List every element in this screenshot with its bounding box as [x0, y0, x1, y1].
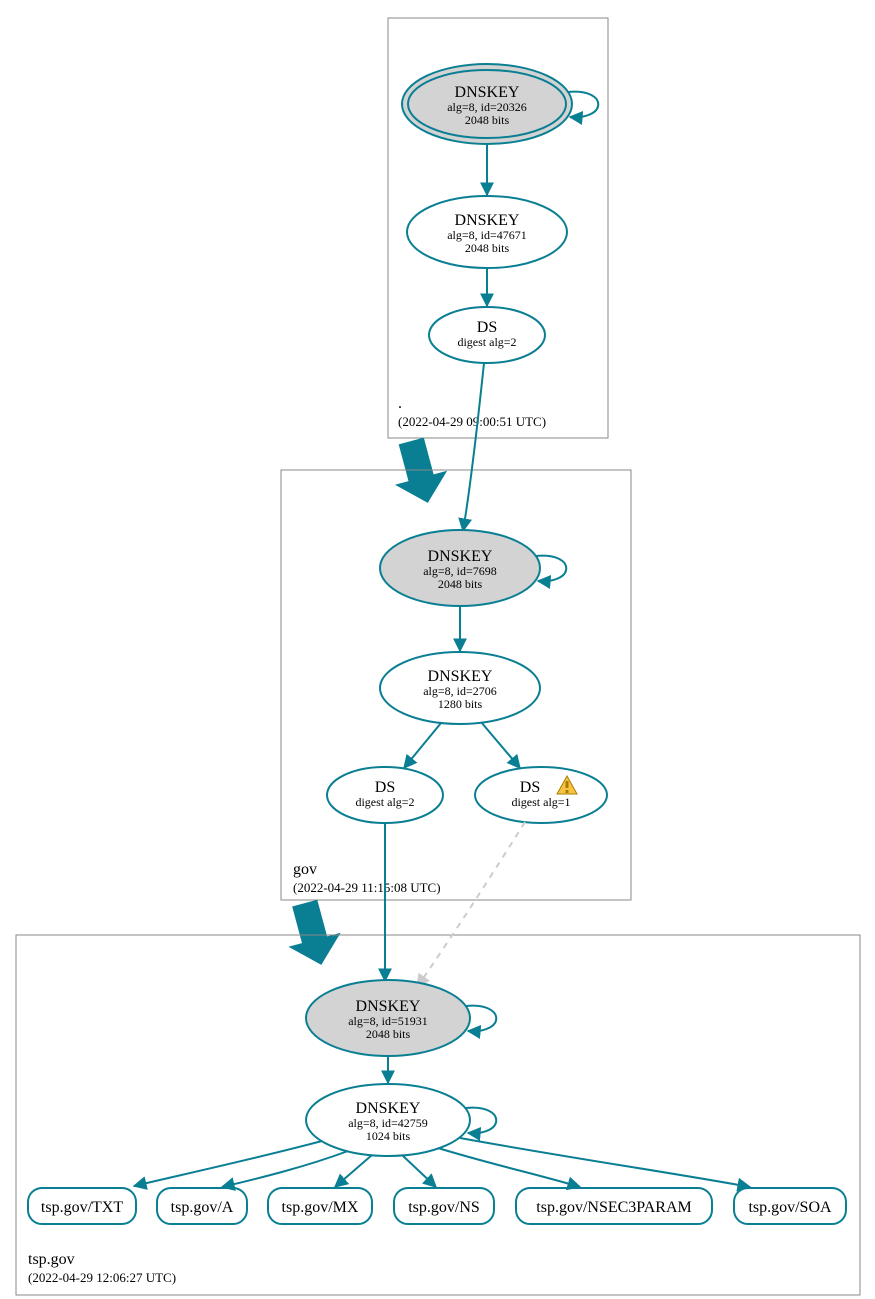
- edge-tsp-zsk-to-txt: [134, 1141, 322, 1186]
- dnssec-delegation-diagram: . (2022-04-29 09:00:51 UTC) DNSKEY alg=8…: [0, 0, 875, 1299]
- edge-tsp-zsk-to-mx: [335, 1155, 372, 1187]
- svg-text:alg=8, id=20326: alg=8, id=20326: [447, 100, 527, 114]
- edge-tsp-zsk-to-ns: [402, 1155, 436, 1187]
- svg-text:DNSKEY: DNSKEY: [455, 84, 520, 101]
- svg-text:DS: DS: [477, 319, 497, 336]
- edge-gov-ds1-to-tsp-ksk: [417, 822, 525, 987]
- svg-text:2048 bits: 2048 bits: [465, 113, 510, 127]
- edge-root-ds-to-gov-ksk: [463, 363, 484, 531]
- svg-text:DNSKEY: DNSKEY: [356, 1100, 421, 1117]
- edge-gov-zsk-to-ds2: [404, 723, 441, 768]
- svg-text:tsp.gov/TXT: tsp.gov/TXT: [41, 1199, 123, 1216]
- delegation-arrow-gov-to-tsp: [279, 896, 348, 972]
- svg-text:DNSKEY: DNSKEY: [356, 998, 421, 1015]
- svg-text:DS: DS: [520, 779, 540, 796]
- node-gov-ds1[interactable]: DS digest alg=1: [475, 767, 607, 823]
- svg-text:alg=8, id=47671: alg=8, id=47671: [447, 228, 527, 242]
- rr-txt[interactable]: tsp.gov/TXT: [28, 1188, 136, 1224]
- zone-tsp-timestamp: (2022-04-29 12:06:27 UTC): [28, 1270, 176, 1285]
- zone-gov-timestamp: (2022-04-29 11:15:08 UTC): [293, 880, 441, 895]
- rr-nsec3param[interactable]: tsp.gov/NSEC3PARAM: [516, 1188, 712, 1224]
- svg-text:DNSKEY: DNSKEY: [428, 668, 493, 685]
- rr-a[interactable]: tsp.gov/A: [157, 1188, 247, 1224]
- svg-text:digest alg=2: digest alg=2: [457, 335, 516, 349]
- node-gov-ksk[interactable]: DNSKEY alg=8, id=7698 2048 bits: [380, 530, 540, 606]
- zone-tsp-label: tsp.gov: [28, 1251, 75, 1268]
- svg-text:tsp.gov/MX: tsp.gov/MX: [282, 1199, 359, 1216]
- rr-soa[interactable]: tsp.gov/SOA: [734, 1188, 846, 1224]
- node-gov-zsk[interactable]: DNSKEY alg=8, id=2706 1280 bits: [380, 652, 540, 724]
- edge-gov-zsk-to-ds1: [481, 722, 520, 768]
- svg-text:DS: DS: [375, 779, 395, 796]
- node-tsp-ksk[interactable]: DNSKEY alg=8, id=51931 2048 bits: [306, 980, 470, 1056]
- svg-text:tsp.gov/A: tsp.gov/A: [171, 1199, 234, 1216]
- zone-root-timestamp: (2022-04-29 09:00:51 UTC): [398, 414, 546, 429]
- node-tsp-zsk[interactable]: DNSKEY alg=8, id=42759 1024 bits: [306, 1084, 470, 1156]
- svg-text:alg=8, id=42759: alg=8, id=42759: [348, 1116, 428, 1130]
- svg-text:alg=8, id=7698: alg=8, id=7698: [423, 564, 497, 578]
- rr-mx[interactable]: tsp.gov/MX: [268, 1188, 372, 1224]
- svg-text:1024 bits: 1024 bits: [366, 1129, 411, 1143]
- zone-root-label: .: [398, 395, 402, 412]
- svg-text:2048 bits: 2048 bits: [438, 577, 483, 591]
- svg-text:1280 bits: 1280 bits: [438, 697, 483, 711]
- svg-text:digest alg=2: digest alg=2: [355, 795, 414, 809]
- node-gov-ds2[interactable]: DS digest alg=2: [327, 767, 443, 823]
- svg-text:DNSKEY: DNSKEY: [428, 548, 493, 565]
- svg-text:digest alg=1: digest alg=1: [511, 795, 570, 809]
- svg-text:alg=8, id=2706: alg=8, id=2706: [423, 684, 497, 698]
- rr-ns[interactable]: tsp.gov/NS: [394, 1188, 494, 1224]
- svg-text:tsp.gov/NS: tsp.gov/NS: [408, 1199, 480, 1216]
- svg-text:2048 bits: 2048 bits: [465, 241, 510, 255]
- svg-text:tsp.gov/NSEC3PARAM: tsp.gov/NSEC3PARAM: [536, 1199, 691, 1216]
- node-root-ds[interactable]: DS digest alg=2: [429, 307, 545, 363]
- zone-gov-label: gov: [293, 861, 317, 878]
- svg-text:alg=8, id=51931: alg=8, id=51931: [348, 1014, 428, 1028]
- svg-text:DNSKEY: DNSKEY: [455, 212, 520, 229]
- delegation-arrow-root-to-gov: [385, 434, 454, 510]
- node-root-ksk[interactable]: DNSKEY alg=8, id=20326 2048 bits: [402, 64, 572, 144]
- edge-tsp-zsk-to-soa: [460, 1138, 750, 1187]
- node-root-zsk[interactable]: DNSKEY alg=8, id=47671 2048 bits: [407, 196, 567, 268]
- edge-tsp-zsk-to-nsec3param: [438, 1148, 580, 1187]
- edge-tsp-zsk-to-a: [222, 1151, 348, 1187]
- svg-text:2048 bits: 2048 bits: [366, 1027, 411, 1041]
- svg-text:tsp.gov/SOA: tsp.gov/SOA: [748, 1199, 832, 1216]
